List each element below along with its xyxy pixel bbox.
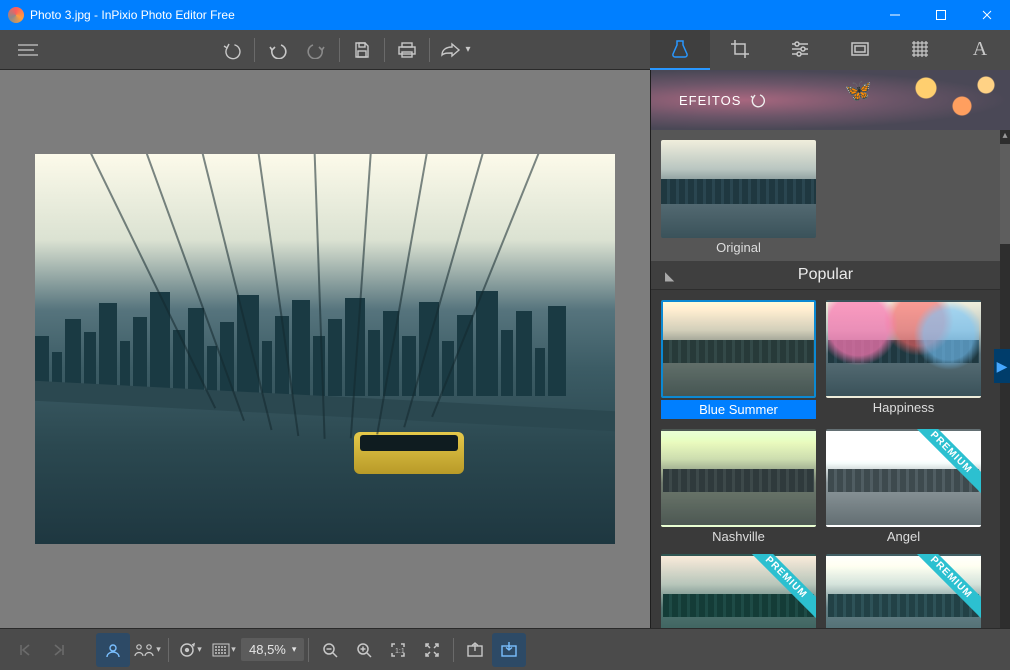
zoom-out-button[interactable] — [313, 633, 347, 667]
menu-button[interactable] — [8, 32, 48, 68]
original-row: Original — [651, 130, 1000, 261]
close-button[interactable] — [964, 0, 1010, 30]
minimize-button[interactable] — [872, 0, 918, 30]
fullscreen-button[interactable] — [415, 633, 449, 667]
flowers-decoration — [890, 70, 1010, 130]
effect-blue-summer[interactable]: Blue Summer — [661, 300, 816, 419]
redo-button[interactable] — [297, 32, 337, 68]
canvas-area[interactable] — [0, 70, 650, 628]
svg-text:1:1: 1:1 — [395, 648, 405, 655]
undo-all-button[interactable] — [212, 32, 252, 68]
prev-photo-button[interactable] — [8, 633, 42, 667]
effect-label: Happiness — [826, 400, 981, 415]
import-button[interactable] — [492, 633, 526, 667]
effect-premium-2[interactable]: PREMIUM — [826, 554, 981, 628]
titlebar: Photo 3.jpg - InPixio Photo Editor Free — [0, 0, 1010, 30]
view-single-button[interactable] — [96, 633, 130, 667]
view-compare-button[interactable]: ▾ — [130, 633, 164, 667]
effect-happiness[interactable]: Happiness — [826, 300, 981, 419]
export-button[interactable] — [458, 633, 492, 667]
maximize-button[interactable] — [918, 0, 964, 30]
effect-label: Original — [661, 240, 816, 255]
window-title: Photo 3.jpg - InPixio Photo Editor Free — [30, 8, 235, 22]
effects-reset-icon[interactable] — [749, 92, 765, 108]
texture-tab[interactable] — [890, 30, 950, 70]
next-photo-button[interactable] — [42, 633, 76, 667]
effects-header: EFEITOS 🦋 — [651, 70, 1010, 130]
share-button[interactable]: ▾ — [432, 32, 478, 68]
effect-original[interactable]: Original — [661, 140, 816, 255]
undo-button[interactable] — [257, 32, 297, 68]
mode-tabs: A — [650, 30, 1010, 70]
effects-tab[interactable] — [650, 30, 710, 70]
zoom-in-button[interactable] — [347, 633, 381, 667]
crop-tab[interactable] — [710, 30, 770, 70]
effects-grid: Blue Summer Happiness Nashville PREMIUM … — [651, 290, 1000, 628]
effects-group-header[interactable]: ◣ Popular — [651, 261, 1000, 290]
main-photo — [35, 154, 615, 544]
zoom-level[interactable]: 48,5% ▾ — [241, 638, 304, 661]
print-button[interactable] — [387, 32, 427, 68]
fit-to-screen-button[interactable]: 1:1 — [381, 633, 415, 667]
effects-title: EFEITOS — [679, 93, 741, 108]
frame-tab[interactable] — [830, 30, 890, 70]
effect-angel[interactable]: PREMIUM Angel — [826, 429, 981, 544]
effects-panel: EFEITOS 🦋 Original ◣ Popular — [650, 70, 1010, 628]
app-logo-icon — [8, 7, 24, 23]
effects-group-title: Popular — [798, 266, 853, 283]
effect-label: Blue Summer — [661, 400, 816, 419]
effect-label: Angel — [826, 529, 981, 544]
flyout-toggle[interactable]: ▶ — [994, 349, 1010, 383]
bottom-toolbar: ▾ ▾ ▾ 48,5% ▾ 1:1 — [0, 628, 1010, 670]
save-button[interactable] — [342, 32, 382, 68]
effect-nashville[interactable]: Nashville — [661, 429, 816, 544]
rotate-button[interactable]: ▾ — [173, 633, 207, 667]
collapse-icon: ◣ — [665, 269, 674, 283]
top-toolbar: ▾ — [0, 30, 650, 70]
zoom-value: 48,5% — [249, 642, 286, 657]
butterfly-icon: 🦋 — [845, 78, 873, 104]
adjust-tab[interactable] — [770, 30, 830, 70]
effect-premium-1[interactable]: PREMIUM — [661, 554, 816, 628]
grid-overlay-button[interactable]: ▾ — [207, 633, 241, 667]
text-tab[interactable]: A — [950, 30, 1010, 70]
effect-label: Nashville — [661, 529, 816, 544]
